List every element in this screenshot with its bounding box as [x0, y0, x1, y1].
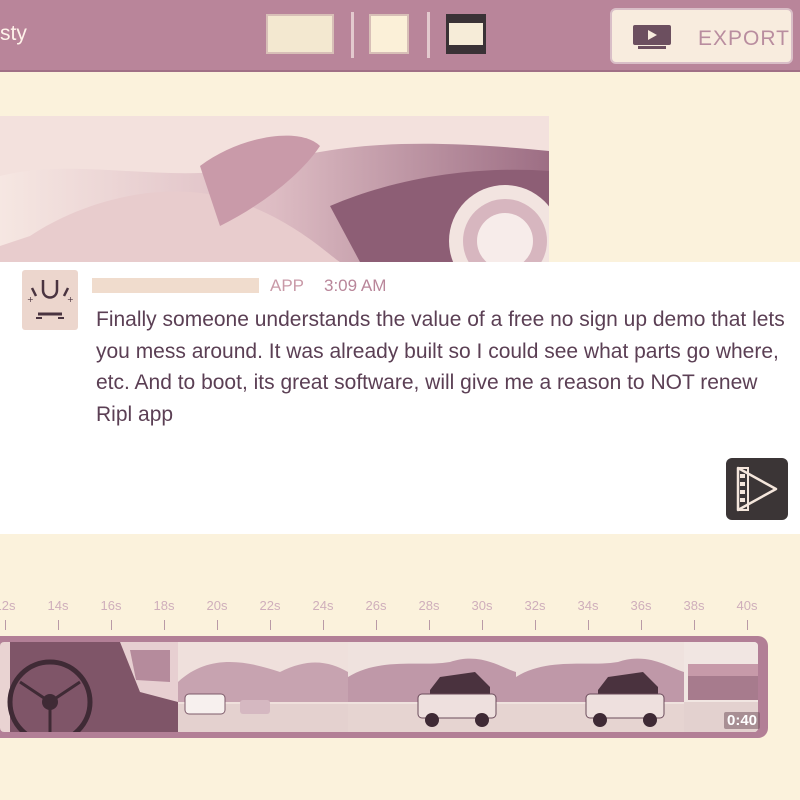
tick-label: 16s — [100, 598, 122, 613]
video-preview-image — [0, 116, 549, 262]
tick-mark — [164, 620, 165, 630]
toolbar-divider — [427, 12, 430, 58]
tick-label: 26s — [365, 598, 387, 613]
filmstrip-thumbnails — [0, 642, 758, 732]
tick-label: 12s — [0, 598, 16, 613]
tick-mark — [270, 620, 271, 630]
redacted-username — [92, 278, 259, 293]
tick-label: 38s — [683, 598, 705, 613]
clip-duration-badge: 0:40 — [724, 712, 761, 729]
tick-label: 36s — [630, 598, 652, 613]
layout-option-wide[interactable] — [266, 14, 334, 54]
toolbar-divider — [351, 12, 354, 58]
layout-option-letterbox[interactable] — [446, 14, 486, 54]
comment-card: + + APP 3:09 AM Finally someone understa… — [0, 262, 800, 534]
tick-label: 24s — [312, 598, 334, 613]
project-title: sty — [0, 22, 27, 45]
tick-mark — [58, 620, 59, 630]
tick-mark — [5, 620, 6, 630]
tick-label: 18s — [153, 598, 175, 613]
tick-label: 14s — [47, 598, 69, 613]
tick-label: 34s — [577, 598, 599, 613]
tick-mark — [588, 620, 589, 630]
tick-label: 20s — [206, 598, 228, 613]
thumbnail-interior — [0, 642, 178, 732]
avatar: + + — [22, 270, 78, 330]
tick-label: 30s — [471, 598, 493, 613]
tick-mark — [747, 620, 748, 630]
video-icon — [633, 25, 671, 49]
tick-mark — [111, 620, 112, 630]
comment-source-tag: APP — [270, 276, 305, 295]
play-video-button[interactable] — [726, 458, 788, 520]
tick-label: 32s — [524, 598, 546, 613]
thumbnail-truck — [516, 642, 684, 732]
export-button[interactable]: EXPORT — [610, 8, 793, 64]
tick-mark — [429, 620, 430, 630]
tick-mark — [482, 620, 483, 630]
export-label: EXPORT — [698, 27, 790, 50]
tick-label: 28s — [418, 598, 440, 613]
comment-text: Finally someone understands the value of… — [96, 308, 785, 426]
thumbnail-truck — [348, 642, 516, 732]
tick-mark — [694, 620, 695, 630]
svg-text:+: + — [27, 295, 34, 304]
tick-mark — [535, 620, 536, 630]
timeline-ruler[interactable]: 12s 14s 16s 18s 20s 22s 24s 26s 28s 30s … — [0, 598, 800, 634]
film-play-icon — [736, 466, 778, 512]
tick-mark — [217, 620, 218, 630]
tick-mark — [641, 620, 642, 630]
tick-label: 22s — [259, 598, 281, 613]
layout-option-square[interactable] — [369, 14, 409, 54]
video-filmstrip[interactable] — [0, 636, 768, 738]
robot-face-icon: + + — [27, 280, 74, 319]
comment-timestamp: 3:09 AM — [324, 276, 387, 295]
tick-label: 40s — [736, 598, 758, 613]
top-toolbar: sty EXPORT — [0, 0, 800, 72]
svg-text:+: + — [67, 295, 74, 304]
tick-mark — [323, 620, 324, 630]
thumbnail-street — [178, 642, 348, 732]
tick-mark — [376, 620, 377, 630]
